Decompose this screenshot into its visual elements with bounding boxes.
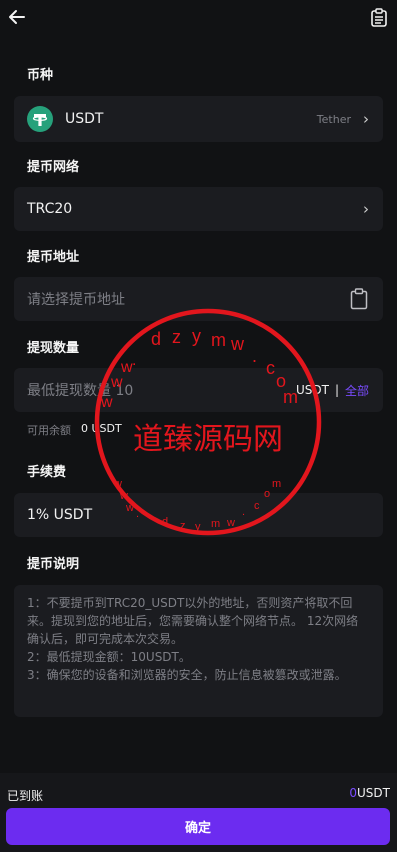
watermark-letter: y <box>195 521 201 533</box>
received-value: 0 <box>349 786 358 800</box>
all-button[interactable]: 全部 <box>345 382 369 399</box>
confirm-label: 确定 <box>184 821 211 836</box>
watermark-letter: y <box>192 326 201 346</box>
watermark-letter: w <box>226 517 235 529</box>
notes-label: 提币说明 <box>27 557 80 572</box>
watermark-letter: w <box>230 334 245 354</box>
watermark-letter: m <box>211 330 226 350</box>
watermark-stamp: d z y m w.com .www www .d z y m w. com 道臻源码网 <box>94 308 322 536</box>
watermark-letter: c <box>254 500 260 512</box>
watermark-text: 道臻源码网 <box>133 423 283 456</box>
coin-symbol: USDT <box>65 111 104 127</box>
watermark-letter: w <box>100 394 113 411</box>
available-label: 可用余额 <box>27 424 71 437</box>
watermark-letter: o <box>264 488 270 500</box>
confirm-button[interactable]: 确定 <box>6 808 390 845</box>
watermark-letter: . <box>252 346 257 366</box>
watermark-letter: z <box>180 520 186 532</box>
coin-select[interactable]: USDT Tether › <box>14 96 383 142</box>
watermark-letter: w <box>113 478 122 490</box>
watermark-letter: c <box>266 358 275 378</box>
watermark-letter: z <box>172 327 181 347</box>
network-value: TRC20 <box>27 201 73 217</box>
chevron-right-icon: › <box>363 110 369 128</box>
amount-separator: | <box>334 383 339 397</box>
coin-name: Tether <box>316 112 351 126</box>
watermark-letter: m <box>272 478 281 490</box>
notes-box: 1：不要提币到TRC20_USDT以外的地址，否则资产将取不回来。提现到您的地址… <box>14 585 383 717</box>
document-list-icon <box>371 8 387 27</box>
watermark-letter: . <box>242 506 245 518</box>
watermark-letter: m <box>211 518 220 530</box>
chevron-right-icon: › <box>363 200 369 218</box>
watermark-letter: w <box>119 490 128 502</box>
watermark-letter: . <box>132 352 136 369</box>
notes-text: 1：不要提币到TRC20_USDT以外的地址，否则资产将取不回来。提现到您的地址… <box>27 596 359 682</box>
watermark-letter: w <box>125 502 134 514</box>
watermark-letter: w <box>110 374 123 391</box>
records-button[interactable] <box>370 8 388 28</box>
watermark-letter: . <box>136 508 139 520</box>
network-select[interactable]: TRC20 › <box>14 187 383 231</box>
clipboard-icon[interactable] <box>349 288 369 314</box>
received-label: 已到账 <box>7 789 44 803</box>
arrow-left-icon <box>9 10 25 24</box>
network-label: 提币网络 <box>27 160 80 175</box>
amount-label: 提现数量 <box>27 341 80 356</box>
watermark-letter: d <box>162 516 168 528</box>
fee-label: 手续费 <box>27 465 67 480</box>
fee-value: 1% USDT <box>27 507 93 523</box>
watermark-letter: d <box>151 329 161 349</box>
watermark-letter: m <box>283 387 298 407</box>
address-placeholder: 请选择提币地址 <box>27 292 125 308</box>
tether-logo-icon <box>27 106 53 132</box>
back-button[interactable] <box>6 6 28 28</box>
address-label: 提币地址 <box>27 250 80 265</box>
coin-label: 币种 <box>27 68 54 83</box>
received-unit: USDT <box>357 786 390 800</box>
